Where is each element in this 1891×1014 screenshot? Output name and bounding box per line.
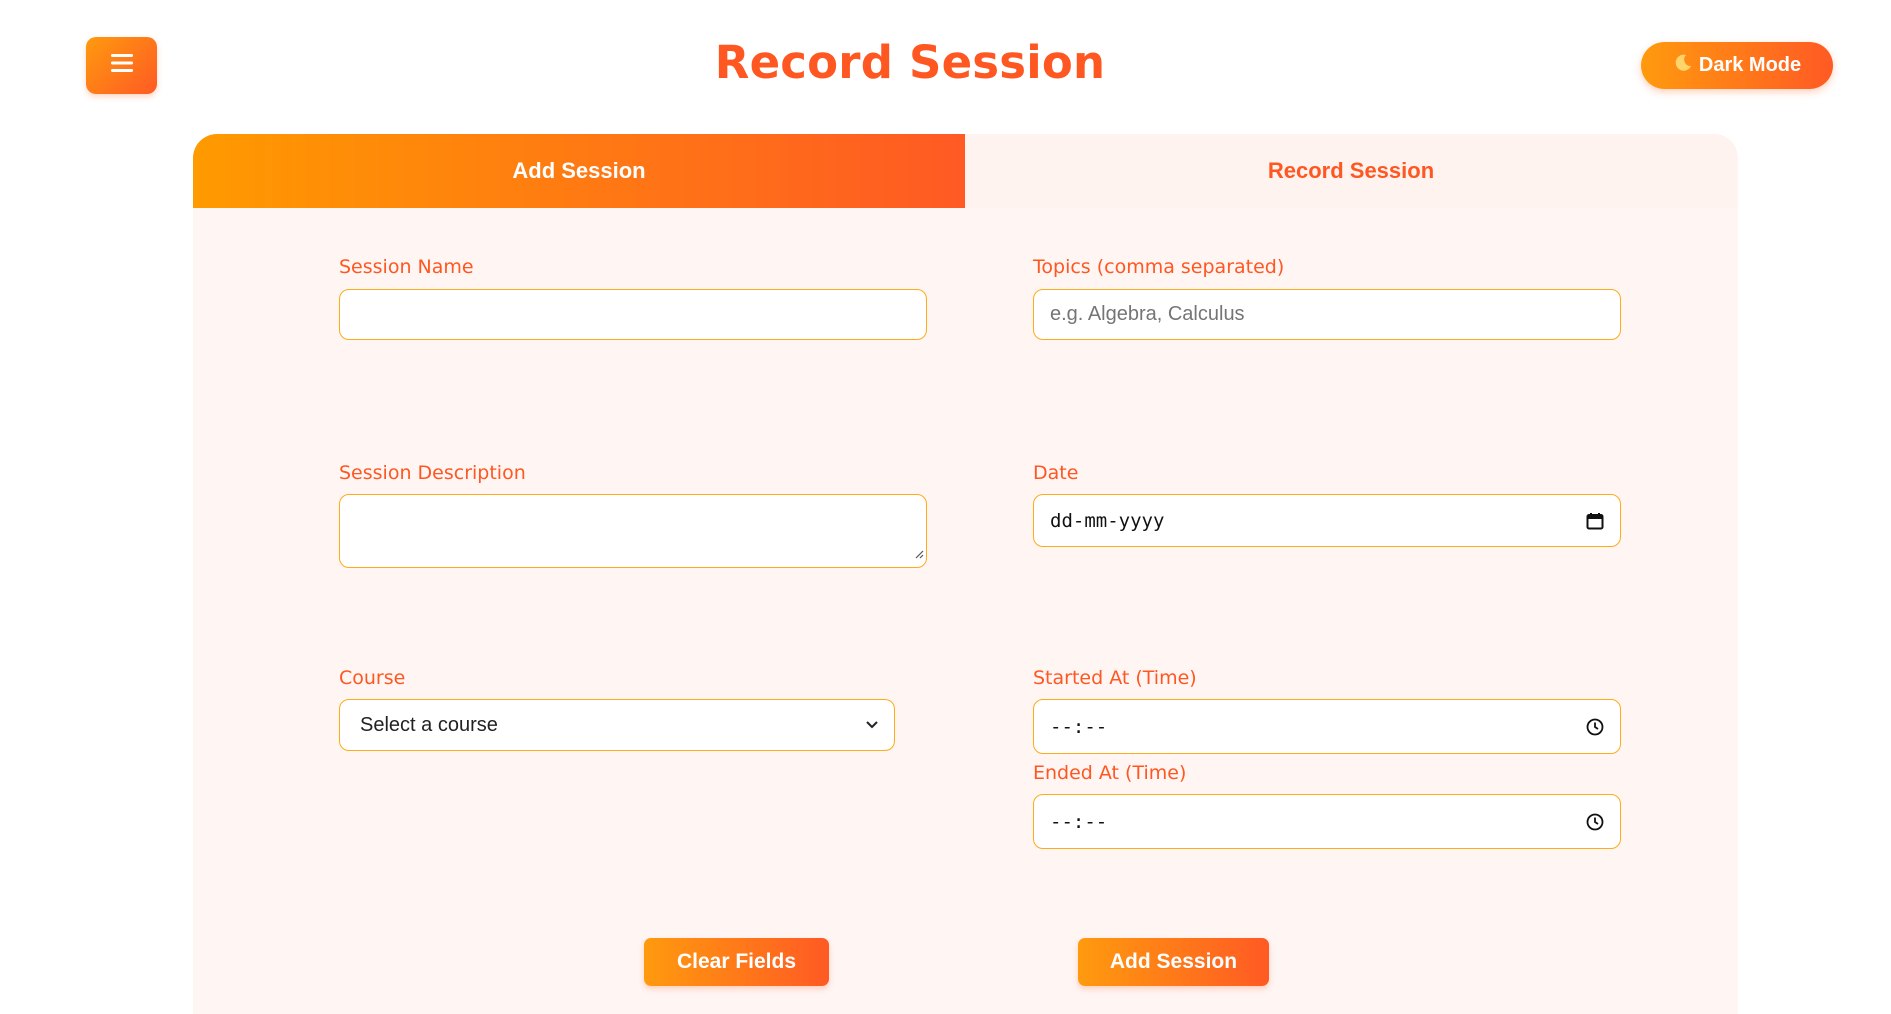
tab-label: Add Session [512,158,646,183]
ended-at-label: Ended At (Time) [1033,762,1187,784]
clear-fields-button[interactable]: Clear Fields [644,938,829,986]
clock-icon[interactable] [1586,813,1604,831]
session-description-textarea[interactable] [339,494,927,568]
session-card: Add Session Record Session Session Name … [193,134,1738,1014]
tab-record-session[interactable]: Record Session [965,134,1737,208]
moon-icon [1673,53,1693,79]
started-at-input[interactable]: --:-- [1033,699,1621,754]
resize-handle-icon[interactable] [914,542,924,565]
session-description-label: Session Description [339,462,526,484]
page-title: Record Session [714,36,1106,89]
date-input[interactable]: dd-mm-yyyy [1033,494,1621,547]
calendar-icon[interactable] [1586,512,1604,530]
topics-input[interactable]: e.g. Algebra, Calculus [1033,289,1621,340]
course-select[interactable]: Select a course [339,699,895,751]
date-label: Date [1033,462,1079,484]
dark-mode-label: Dark Mode [1698,54,1802,76]
started-at-label: Started At (Time) [1033,667,1197,689]
ended-at-input[interactable]: --:-- [1033,794,1621,849]
add-session-button[interactable]: Add Session [1078,938,1269,986]
course-label: Course [339,667,406,689]
session-name-label: Session Name [339,256,474,278]
clock-icon[interactable] [1586,718,1604,736]
dark-mode-button[interactable]: Dark Mode [1641,42,1833,89]
session-name-input[interactable] [339,289,927,340]
chevron-down-icon [866,721,878,729]
tab-label: Record Session [1267,158,1435,183]
tab-add-session[interactable]: Add Session [193,134,965,208]
topics-label: Topics (comma separated) [1033,256,1285,278]
